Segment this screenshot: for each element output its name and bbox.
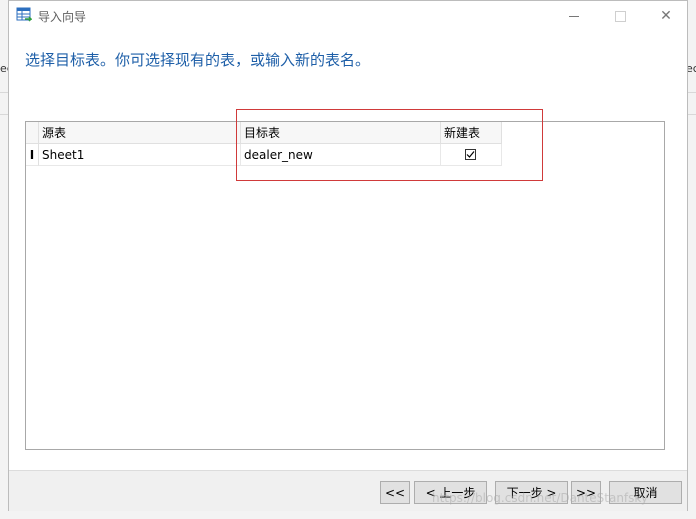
close-button[interactable]: ✕ (643, 1, 689, 31)
create-new-cell[interactable] (441, 144, 502, 166)
table-mapping-grid[interactable]: 源表 目标表 新建表 I Sheet1 dealer_new (25, 121, 665, 450)
previous-step-button[interactable]: < 上一步 (414, 481, 487, 504)
title-bar[interactable]: 导入向导 ✕ (9, 1, 687, 31)
column-header-create-new[interactable]: 新建表 (441, 122, 502, 144)
background-grid-line (0, 114, 8, 115)
last-step-button[interactable]: >> (571, 481, 601, 504)
next-step-button[interactable]: 下一步 > (495, 481, 568, 504)
maximize-icon (614, 10, 626, 22)
window-title: 导入向导 (38, 10, 87, 24)
background-grid-line (688, 114, 696, 115)
row-indicator: I (26, 144, 39, 166)
import-wizard-dialog: 导入向导 ✕ 选择目标表。你可选择现有的表，或输入新的表名。 源表 目标表 新建… (8, 0, 688, 511)
import-wizard-icon (16, 7, 32, 22)
first-step-button[interactable]: << (380, 481, 410, 504)
button-bar: << < 上一步 下一步 > >> 取消 (9, 470, 687, 511)
checkmark-icon (466, 151, 475, 158)
column-header-source[interactable]: 源表 (39, 122, 241, 144)
maximize-button[interactable] (597, 1, 643, 31)
header-corner (26, 122, 39, 144)
close-icon: ✕ (660, 8, 672, 24)
target-table-cell[interactable]: dealer_new (241, 144, 441, 166)
cancel-button[interactable]: 取消 (609, 481, 682, 504)
create-new-checkbox[interactable] (465, 149, 476, 160)
background-grid-line (688, 92, 696, 93)
instruction-text: 选择目标表。你可选择现有的表，或输入新的表名。 (25, 51, 371, 69)
background-grid-line (0, 92, 8, 93)
minimize-icon (569, 15, 579, 17)
minimize-button[interactable] (551, 1, 597, 31)
column-header-target[interactable]: 目标表 (241, 122, 441, 144)
source-table-cell[interactable]: Sheet1 (39, 144, 241, 166)
